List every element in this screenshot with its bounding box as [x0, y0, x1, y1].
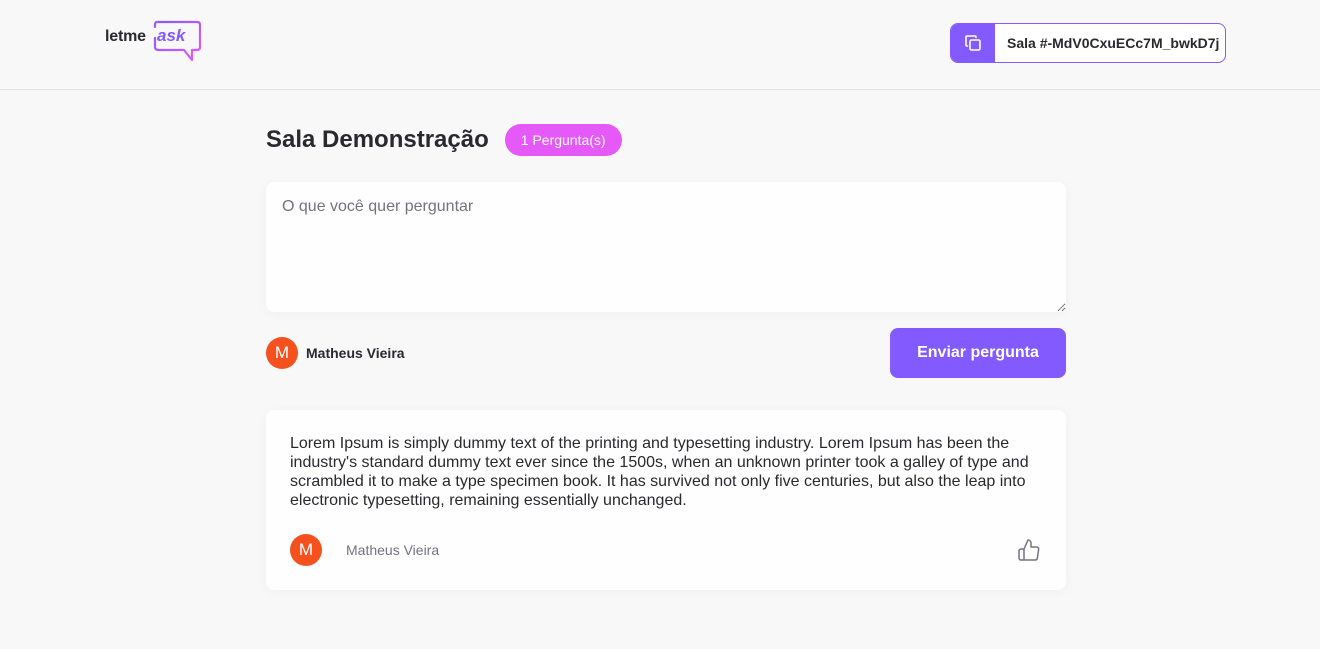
room-title: Sala Demonstração	[266, 126, 489, 153]
question-author-name: Matheus Vieira	[346, 542, 440, 558]
like-button[interactable]	[1016, 537, 1042, 563]
avatar: M	[266, 337, 298, 369]
question-count-badge: 1 Pergunta(s)	[504, 124, 622, 156]
copy-icon	[965, 35, 981, 51]
question-input[interactable]	[266, 182, 1066, 312]
question-footer: M Matheus Vieira	[290, 534, 1042, 566]
page-header: letme ask Sala #-MdV0CxuECc7M_bwkD7j	[0, 0, 1320, 90]
logo-text-letme: letme	[105, 28, 146, 45]
thumbs-up-icon	[1018, 539, 1040, 561]
logo-text-ask: ask	[157, 26, 186, 45]
current-user-info: M Matheus Vieira	[266, 337, 405, 369]
letmeask-logo[interactable]: letme ask	[105, 20, 201, 66]
copy-icon-container	[951, 24, 995, 62]
current-user-name: Matheus Vieira	[306, 345, 405, 361]
room-code-copy-button[interactable]: Sala #-MdV0CxuECc7M_bwkD7j	[950, 23, 1226, 63]
room-code-text: Sala #-MdV0CxuECc7M_bwkD7j	[1007, 35, 1220, 51]
question-content: Lorem Ipsum is simply dummy text of the …	[290, 435, 1029, 509]
room-title-row: Sala Demonstração 1 Pergunta(s)	[266, 124, 622, 156]
send-question-button[interactable]: Enviar pergunta	[890, 328, 1066, 378]
question-author: M Matheus Vieira	[290, 534, 439, 566]
form-footer: M Matheus Vieira Enviar pergunta	[266, 328, 1066, 378]
avatar: M	[290, 534, 322, 566]
question-card: Lorem Ipsum is simply dummy text of the …	[266, 410, 1066, 590]
